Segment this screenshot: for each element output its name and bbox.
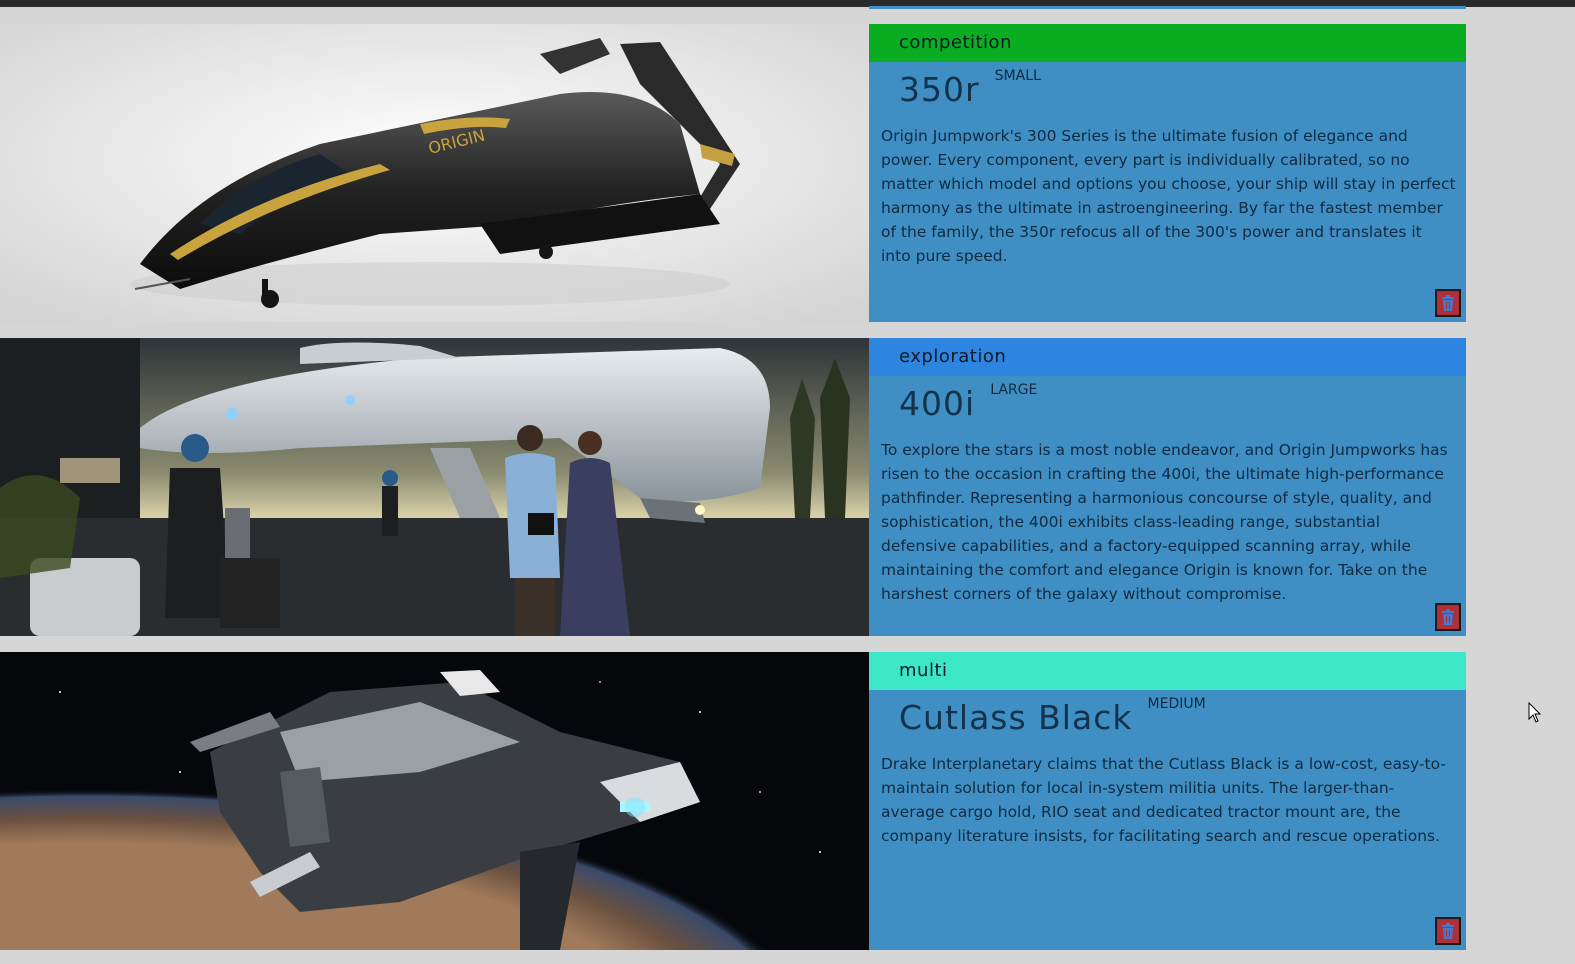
- ship-card: exploration 400i LARGE To explore the st…: [0, 338, 1466, 636]
- ship-name-row: 400i LARGE: [869, 376, 1466, 432]
- ship-image: ORIGIN: [0, 24, 869, 322]
- ship-name-row: 350r SMALL: [869, 62, 1466, 118]
- ship-info-panel: competition 350r SMALL Origin Jumpwork's…: [869, 24, 1466, 322]
- ship-card: multi Cutlass Black MEDIUM Drake Interpl…: [0, 652, 1466, 950]
- ship-category: competition: [869, 24, 1466, 62]
- ship-category: multi: [869, 652, 1466, 690]
- ship-image: [0, 652, 869, 950]
- ship-info-panel: exploration 400i LARGE To explore the st…: [869, 338, 1466, 636]
- ship-info-panel: multi Cutlass Black MEDIUM Drake Interpl…: [869, 652, 1466, 950]
- mouse-cursor-icon: [1528, 702, 1542, 723]
- ship-card: ORIGIN competition 350r SMALL Origin Jum…: [0, 24, 1466, 322]
- delete-button[interactable]: [1435, 917, 1461, 945]
- ship-description: Origin Jumpwork's 300 Series is the ulti…: [881, 127, 1456, 265]
- ship-size: LARGE: [990, 382, 1038, 398]
- trash-icon: [1442, 923, 1454, 939]
- delete-button[interactable]: [1435, 289, 1461, 317]
- ship-category: exploration: [869, 338, 1466, 376]
- ship-description: Drake Interplanetary claims that the Cut…: [881, 755, 1446, 845]
- ship-image: [0, 338, 869, 636]
- trash-icon: [1442, 295, 1454, 311]
- delete-button[interactable]: [1435, 603, 1461, 631]
- ship-size: SMALL: [994, 68, 1041, 84]
- ship-name: 400i: [899, 384, 976, 423]
- ship-size: MEDIUM: [1147, 696, 1206, 712]
- trash-icon: [1442, 609, 1454, 625]
- ship-description: To explore the stars is a most noble end…: [881, 441, 1448, 603]
- ship-name-row: Cutlass Black MEDIUM: [869, 690, 1466, 746]
- ship-name: Cutlass Black: [899, 698, 1133, 737]
- ship-name: 350r: [899, 70, 980, 109]
- top-bar-accent: [869, 6, 1466, 9]
